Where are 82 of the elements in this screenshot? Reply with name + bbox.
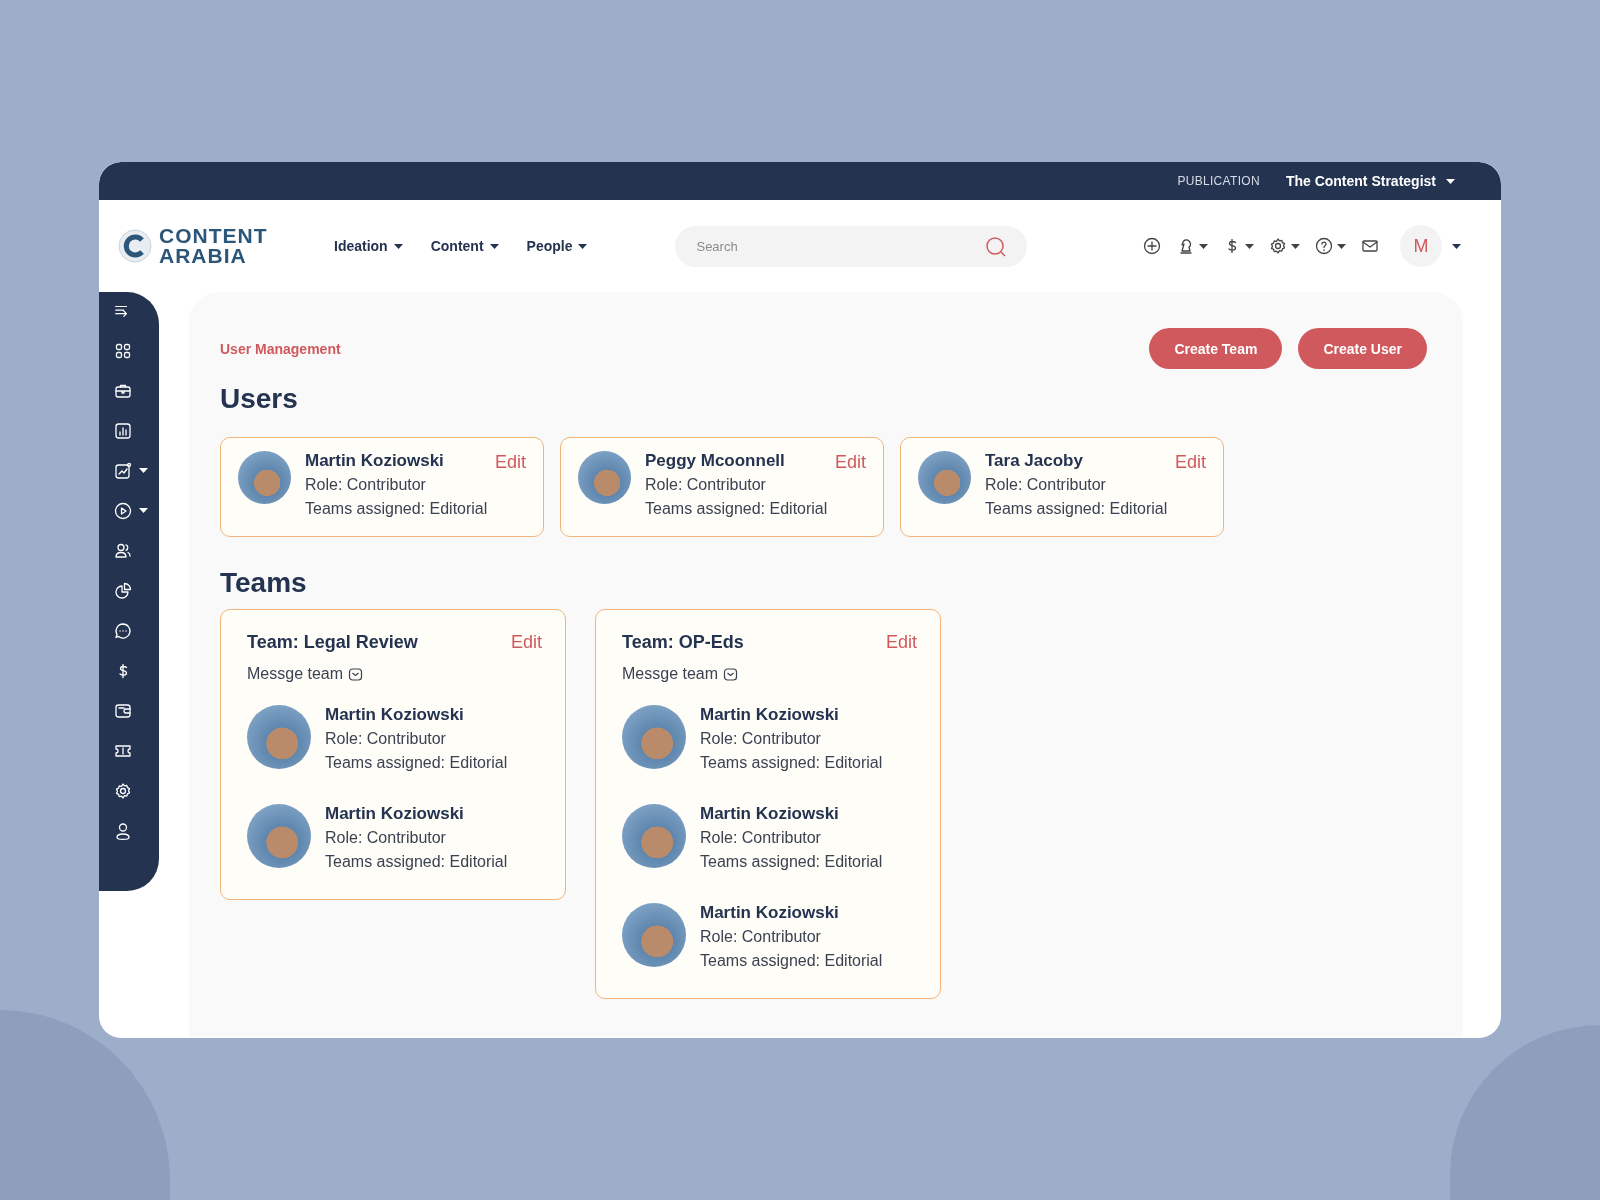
sidebar-item[interactable] (113, 460, 148, 481)
user-teams: Teams assigned: Editorial (985, 499, 1168, 518)
add-icon (1142, 236, 1162, 256)
caret-icon (578, 243, 588, 249)
avatar-photo (578, 451, 631, 504)
avatar-photo (238, 451, 291, 504)
user-name: Peggy Mcoonnell (645, 451, 786, 470)
user-role: Role: Contributor (700, 927, 822, 946)
user-teams: Teams assigned: Editorial (645, 499, 828, 518)
caret-icon (1291, 243, 1300, 249)
chat-icon (723, 666, 739, 682)
edit-link[interactable]: Edit (885, 632, 917, 653)
publication-label: PUBLICATION (1177, 174, 1260, 188)
edit-link[interactable]: Edit (510, 632, 542, 653)
edit-link[interactable]: Edit (834, 452, 866, 473)
toolbar-button[interactable] (1314, 236, 1346, 256)
caret-icon (1199, 243, 1208, 249)
pie-chart-icon (113, 580, 133, 601)
create-button[interactable]: Create User (1298, 328, 1427, 369)
user-name: Martin Koziowski (700, 705, 840, 724)
caret-icon (393, 243, 403, 249)
sidebar-item[interactable] (113, 620, 133, 641)
user-name: Martin Koziowski (700, 804, 840, 823)
user-name: Martin Koziowski (325, 705, 465, 724)
user-teams: Teams assigned: Editorial (325, 753, 508, 772)
create-button[interactable]: Create Team (1149, 328, 1283, 369)
user-role: Role: Contributor (325, 729, 447, 748)
user-teams: Teams assigned: Editorial (325, 852, 508, 871)
user-role: Role: Contributor (305, 475, 427, 494)
user-teams: Teams assigned: Editorial (700, 852, 883, 871)
user-name: Tara Jacoby (985, 451, 1084, 470)
message-team-link[interactable]: Messge team (247, 665, 364, 683)
message-team-link[interactable]: Messge team (622, 665, 739, 683)
caret-icon (139, 468, 148, 473)
breadcrumb: User Management (220, 340, 341, 357)
caret-icon (1446, 178, 1455, 184)
logo-mark-icon (117, 228, 153, 264)
section-title: Teams (220, 567, 308, 599)
team-name: Team: Legal Review (247, 632, 418, 653)
nav-menu[interactable]: Content (430, 238, 499, 254)
logo-text: CONTENT ARABIA (159, 226, 268, 266)
user-role: Role: Contributor (645, 475, 767, 494)
sidebar-item[interactable] (113, 820, 133, 841)
team-name: Team: OP-Eds (622, 632, 744, 653)
user-name: Martin Koziowski (305, 451, 445, 470)
chat-icon (113, 620, 133, 641)
settings-icon (1268, 236, 1288, 256)
user-teams: Teams assigned: Editorial (305, 499, 488, 518)
search-field[interactable]: Search (675, 225, 1028, 267)
bar-chart-icon (113, 420, 133, 441)
search-icon (985, 235, 1008, 258)
play-icon (113, 500, 133, 521)
user-teams: Teams assigned: Editorial (700, 951, 883, 970)
section-title: Users (220, 383, 299, 415)
sidebar-item[interactable] (113, 500, 148, 521)
trend-chart-icon (113, 460, 133, 481)
toolbar-button[interactable] (1268, 236, 1300, 256)
user-teams: Teams assigned: Editorial (700, 753, 883, 772)
avatar-photo (918, 451, 971, 504)
user-name: Martin Koziowski (700, 903, 840, 922)
nav-menu[interactable]: Ideation (334, 238, 403, 254)
publication-dropdown[interactable]: The Content Strategist (1279, 172, 1461, 190)
caret-icon (1245, 243, 1254, 249)
caret-icon (489, 243, 499, 249)
caret-icon (1337, 243, 1346, 249)
user-role: Role: Contributor (700, 828, 822, 847)
account-avatar[interactable]: M (1400, 225, 1442, 267)
user-role: Role: Contributor (985, 475, 1107, 494)
caret-icon (139, 508, 148, 513)
nav-menu[interactable]: People (526, 238, 588, 254)
user-name: Martin Koziowski (325, 804, 465, 823)
edit-link[interactable]: Edit (494, 452, 526, 473)
user-icon (113, 820, 133, 841)
sidebar-item[interactable] (113, 580, 133, 601)
user-role: Role: Contributor (700, 729, 822, 748)
sidebar-item[interactable] (113, 420, 133, 441)
help-icon (1314, 236, 1334, 256)
account-caret-icon (1452, 243, 1461, 249)
toolbar-button[interactable] (1142, 236, 1162, 256)
chat-icon (348, 666, 364, 682)
user-role: Role: Contributor (325, 828, 447, 847)
edit-link[interactable]: Edit (1174, 452, 1206, 473)
